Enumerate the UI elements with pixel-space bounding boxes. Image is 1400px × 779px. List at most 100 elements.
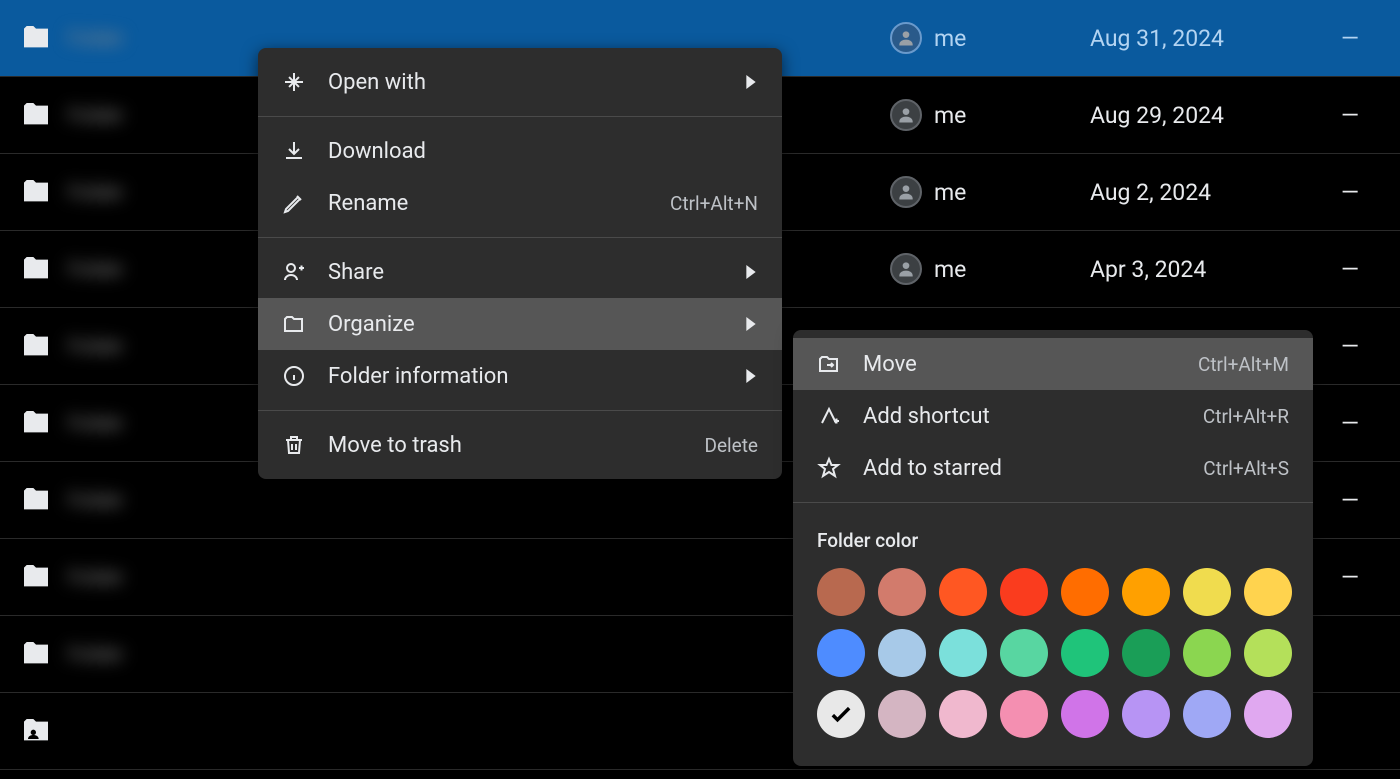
divider (793, 502, 1313, 503)
avatar-icon (890, 22, 922, 54)
file-size: — (1320, 179, 1380, 206)
menu-open-with[interactable]: Open with (258, 56, 782, 108)
menu-label: Move (863, 352, 1176, 377)
star-icon (817, 456, 841, 480)
color-swatch[interactable] (1000, 690, 1048, 738)
folder-icon (20, 407, 68, 439)
menu-label: Organize (328, 312, 724, 337)
submenu-add-starred[interactable]: Add to starred Ctrl+Alt+S (793, 442, 1313, 494)
color-title: Folder color (817, 529, 1289, 552)
file-date: Aug 29, 2024 (1090, 102, 1320, 129)
color-swatch[interactable] (1061, 568, 1109, 616)
move-icon (817, 352, 841, 376)
shortcut-label: Ctrl+Alt+N (670, 192, 758, 215)
divider (258, 237, 782, 238)
color-swatch[interactable] (1122, 629, 1170, 677)
shortcut-label: Ctrl+Alt+M (1198, 353, 1289, 376)
folder-icon (20, 22, 68, 54)
file-owner: me (890, 176, 1090, 208)
chevron-right-icon (746, 369, 758, 383)
trash-icon (282, 433, 306, 457)
color-swatch[interactable] (1183, 690, 1231, 738)
file-size: — (1320, 25, 1380, 52)
folder-icon (20, 638, 68, 670)
file-name: Folder (68, 26, 890, 50)
color-swatch[interactable] (1244, 690, 1292, 738)
file-name: Folder (68, 565, 890, 589)
file-date: Aug 31, 2024 (1090, 25, 1320, 52)
color-swatch[interactable] (939, 690, 987, 738)
color-swatch[interactable] (1183, 629, 1231, 677)
submenu-add-shortcut[interactable]: Add shortcut Ctrl+Alt+R (793, 390, 1313, 442)
shortcut-label: Ctrl+Alt+S (1203, 457, 1289, 480)
color-swatch[interactable] (817, 629, 865, 677)
organize-icon (282, 312, 306, 336)
menu-trash[interactable]: Move to trash Delete (258, 419, 782, 471)
download-icon (282, 139, 306, 163)
menu-rename[interactable]: Rename Ctrl+Alt+N (258, 177, 782, 229)
file-date: Aug 2, 2024 (1090, 179, 1320, 206)
file-name: Folder (68, 642, 890, 666)
folder-color-section: Folder color (793, 511, 1313, 758)
menu-organize[interactable]: Organize (258, 298, 782, 350)
color-swatch[interactable] (1244, 629, 1292, 677)
open-with-icon (282, 70, 306, 94)
menu-share[interactable]: Share (258, 246, 782, 298)
folder-icon (20, 330, 68, 362)
file-date: Apr 3, 2024 (1090, 256, 1320, 283)
chevron-right-icon (746, 265, 758, 279)
menu-label: Move to trash (328, 433, 682, 458)
color-swatch[interactable] (1061, 690, 1109, 738)
submenu-move[interactable]: Move Ctrl+Alt+M (793, 338, 1313, 390)
color-swatch[interactable] (939, 568, 987, 616)
color-swatch[interactable] (878, 568, 926, 616)
avatar-icon (890, 99, 922, 131)
color-swatch[interactable] (1122, 568, 1170, 616)
shortcut-label: Delete (704, 434, 758, 457)
organize-submenu: Move Ctrl+Alt+M Add shortcut Ctrl+Alt+R … (793, 330, 1313, 766)
color-swatch[interactable] (878, 629, 926, 677)
chevron-right-icon (746, 75, 758, 89)
color-swatch[interactable] (1183, 568, 1231, 616)
menu-label: Rename (328, 191, 648, 216)
folder-icon (20, 715, 68, 747)
file-size: — (1320, 102, 1380, 129)
context-menu: Open with Download Rename Ctrl+Alt+N Sha… (258, 48, 782, 479)
color-swatch[interactable] (1244, 568, 1292, 616)
color-swatch[interactable] (1000, 568, 1048, 616)
file-size: — (1320, 564, 1380, 591)
color-swatch[interactable] (939, 629, 987, 677)
menu-download[interactable]: Download (258, 125, 782, 177)
menu-folder-info[interactable]: Folder information (258, 350, 782, 402)
color-swatch[interactable] (878, 690, 926, 738)
folder-icon (20, 99, 68, 131)
file-owner: me (890, 253, 1090, 285)
color-swatch[interactable] (1061, 629, 1109, 677)
chevron-right-icon (746, 317, 758, 331)
color-swatch[interactable] (1122, 690, 1170, 738)
folder-icon (20, 484, 68, 516)
menu-label: Open with (328, 70, 724, 95)
shortcut-label: Ctrl+Alt+R (1203, 405, 1289, 428)
menu-label: Share (328, 260, 724, 285)
avatar-icon (890, 253, 922, 285)
file-size: — (1320, 410, 1380, 437)
menu-label: Add to starred (863, 456, 1181, 481)
file-size: — (1320, 333, 1380, 360)
rename-icon (282, 191, 306, 215)
menu-label: Folder information (328, 364, 724, 389)
color-swatch[interactable] (817, 568, 865, 616)
folder-icon (20, 561, 68, 593)
file-owner: me (890, 22, 1090, 54)
color-swatch[interactable] (817, 690, 865, 738)
divider (258, 410, 782, 411)
folder-icon (20, 253, 68, 285)
file-size: — (1320, 256, 1380, 283)
divider (258, 116, 782, 117)
share-icon (282, 260, 306, 284)
color-swatch[interactable] (1000, 629, 1048, 677)
avatar-icon (890, 176, 922, 208)
menu-label: Download (328, 139, 758, 164)
color-grid (817, 568, 1289, 738)
menu-label: Add shortcut (863, 404, 1181, 429)
